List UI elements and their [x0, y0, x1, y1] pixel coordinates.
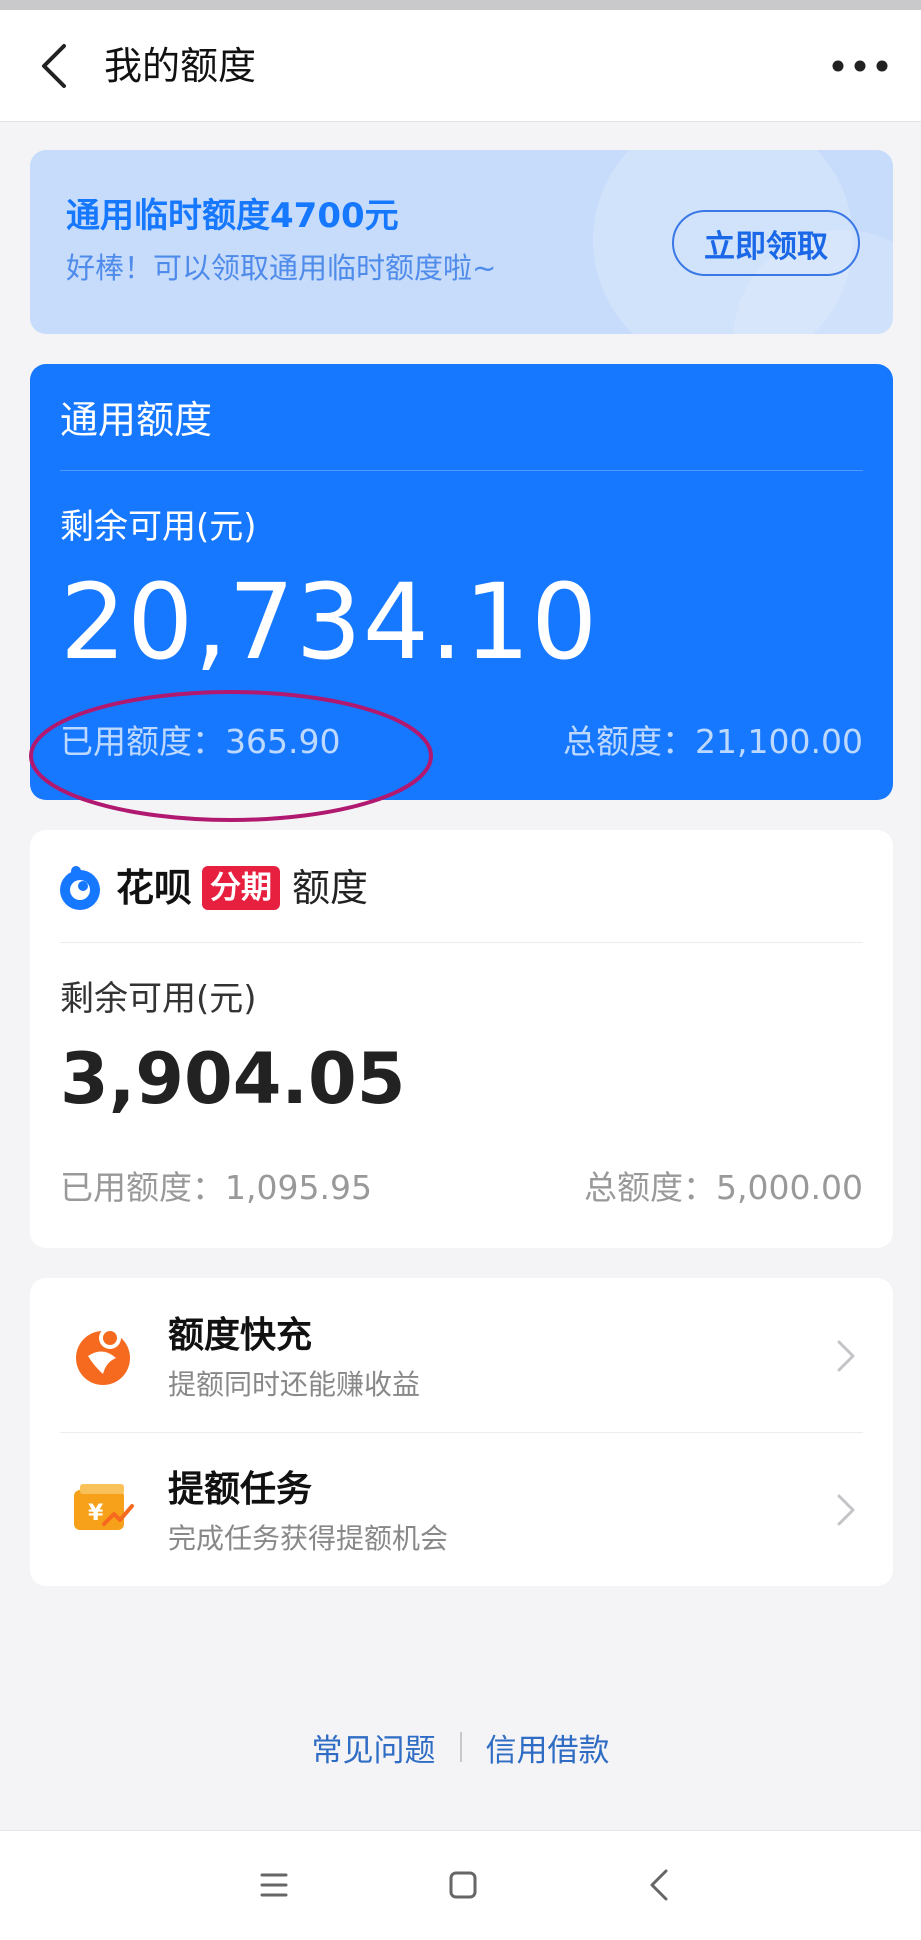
footer-separator	[459, 1732, 462, 1762]
chevron-right-icon	[837, 1494, 855, 1526]
total-quota: 总额度：21,100.00	[563, 722, 863, 761]
huabei-brand: 花呗	[116, 866, 193, 910]
general-quota-title: 通用额度	[60, 398, 213, 442]
used-quota: 已用额度：1,095.95	[60, 1168, 372, 1207]
status-bar	[0, 0, 921, 10]
chevron-left-icon	[42, 44, 66, 88]
quota-charge-icon	[76, 1327, 130, 1385]
list-item-quota-charge[interactable]: 额度快充 提额同时还能赚收益	[30, 1278, 893, 1432]
quota-services-list: 额度快充 提额同时还能赚收益 ¥ 提额任务 完成任务获得提额机会	[30, 1278, 893, 1586]
available-label: 剩余可用(元)	[60, 979, 257, 1019]
svg-text:¥: ¥	[88, 1501, 104, 1526]
home-icon[interactable]	[443, 1865, 483, 1905]
quota-word: 额度	[292, 866, 369, 910]
total-quota: 总额度：5,000.00	[584, 1168, 863, 1207]
general-quota-card[interactable]: 通用额度 剩余可用(元) 20,734.10 已用额度：365.90 总额度：2…	[30, 364, 893, 800]
menu-icon[interactable]	[254, 1865, 294, 1905]
top-navigation-bar: 我的额度	[0, 10, 921, 122]
installment-tag: 分期	[202, 866, 280, 910]
service-subtitle: 完成任务获得提额机会	[168, 1522, 449, 1555]
footer-links: 常见问题 信用借款	[0, 1722, 921, 1772]
system-navigation-bar	[0, 1830, 921, 1940]
available-label: 剩余可用(元)	[60, 507, 257, 547]
claim-now-button[interactable]: 立即领取	[672, 210, 860, 276]
available-amount: 20,734.10	[60, 561, 599, 683]
divider	[60, 942, 863, 943]
page-title: 我的额度	[104, 44, 257, 88]
promo-title: 通用临时额度4700元	[66, 196, 399, 236]
temporary-quota-banner: 通用临时额度4700元 好棒！可以领取通用临时额度啦~ 立即领取	[30, 150, 893, 334]
chevron-right-icon	[837, 1340, 855, 1372]
service-title: 提额任务	[168, 1469, 313, 1510]
back-icon[interactable]	[640, 1863, 680, 1907]
list-item-quota-task[interactable]: ¥ 提额任务 完成任务获得提额机会	[30, 1432, 893, 1586]
faq-link[interactable]: 常见问题	[312, 1725, 436, 1770]
huabei-logo-icon	[60, 866, 100, 910]
back-button[interactable]	[30, 38, 86, 94]
credit-loan-link[interactable]: 信用借款	[486, 1725, 610, 1770]
service-subtitle: 提额同时还能赚收益	[168, 1368, 421, 1401]
service-title: 额度快充	[168, 1315, 313, 1356]
huabei-installment-quota-card[interactable]: 花呗 分期 额度 剩余可用(元) 3,904.05 已用额度：1,095.95 …	[30, 830, 893, 1248]
available-amount: 3,904.05	[60, 1038, 406, 1120]
promo-subtitle: 好棒！可以领取通用临时额度啦~	[66, 251, 497, 285]
quota-task-icon: ¥	[74, 1484, 134, 1530]
more-options-button[interactable]	[829, 38, 891, 94]
more-dots-icon	[832, 60, 888, 72]
used-quota: 已用额度：365.90	[60, 722, 341, 761]
divider	[60, 470, 863, 471]
